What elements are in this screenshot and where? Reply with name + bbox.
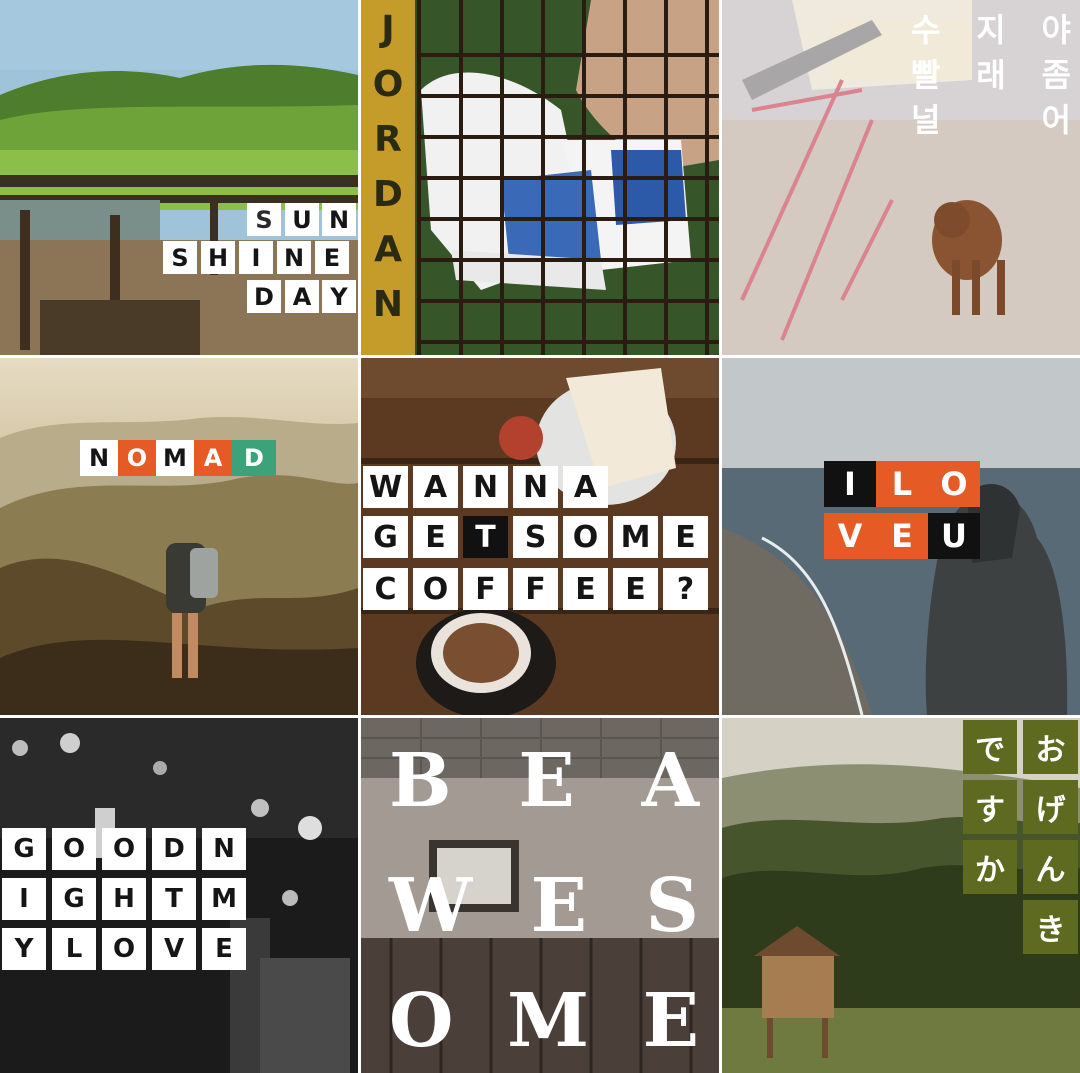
letter-tile: き [1023, 900, 1078, 954]
letter-tile: D [152, 828, 196, 870]
photo-hiker-mountains [0, 358, 358, 715]
letter-tile: ん [1023, 840, 1078, 894]
letter-tile: G [52, 878, 96, 920]
letter-tile: E [202, 928, 246, 970]
tile-japanese[interactable]: で お す げ か ん き [722, 718, 1080, 1073]
awesome-row-3: OME [389, 978, 699, 1064]
letter-tile: E [613, 568, 658, 610]
vertical-title: JORDAN [372, 9, 404, 325]
letter-tile: M [613, 516, 658, 558]
letter-tile: I [2, 878, 46, 920]
korean-line-1: 수지야 [911, 11, 1071, 49]
letter-tile: O [102, 928, 146, 970]
letter-tile: U [285, 203, 319, 236]
letter-tile: D [247, 280, 281, 313]
awesome-row-2: WES [389, 863, 699, 949]
letter-tile: V [152, 928, 196, 970]
letter-tile: E [663, 516, 708, 558]
letter-tile: O [563, 516, 608, 558]
letter-tile: N [202, 828, 246, 870]
letter-tile: O [413, 568, 458, 610]
letter-tile: H [201, 241, 235, 274]
letter-tile: げ [1023, 780, 1078, 834]
letter-tile: か [963, 840, 1017, 894]
letter-tile: Y [322, 280, 356, 313]
letter-tile: E [563, 568, 608, 610]
korean-line-2: 빨래좀 [911, 56, 1071, 94]
awesome-row-1: BEA [389, 738, 699, 824]
letter-tile: で [963, 720, 1017, 774]
letter-tile: N [277, 241, 311, 274]
letter-tile: A [194, 440, 232, 476]
letter-tile: W [363, 466, 408, 508]
letter-tile: L [52, 928, 96, 970]
letter-tile: U [928, 513, 980, 559]
tile-coffee[interactable]: W A N N A G E T S O M E C O F F E E ? [361, 358, 719, 715]
letter-tile: N [322, 203, 356, 236]
letter-tile: S [513, 516, 558, 558]
letter-tile: N [463, 466, 508, 508]
letter-tile: F [513, 568, 558, 610]
letter-tile: F [463, 568, 508, 610]
letter-tile: O [52, 828, 96, 870]
tile-good-night[interactable]: G O O D N I G H T M Y L O V E [0, 718, 358, 1073]
letter-tile: H [102, 878, 146, 920]
letter-tile: ? [663, 568, 708, 610]
letter-tile: S [247, 203, 281, 236]
letter-tile: D [232, 440, 276, 476]
letter-tile: O [928, 461, 980, 507]
letter-tile: す [963, 780, 1017, 834]
letter-tile: Y [2, 928, 46, 970]
letter-tile: お [1023, 720, 1078, 774]
korean-line-3: 널래어 [911, 101, 1071, 139]
tile-korean-laundry[interactable]: 수지야 빨래좀 널래어 [722, 0, 1080, 355]
letter-tile: A [413, 466, 458, 508]
letter-tile: V [824, 513, 876, 559]
letter-tile: E [413, 516, 458, 558]
tile-i-love-you[interactable]: I L O V E U [722, 358, 1080, 715]
letter-tile: M [202, 878, 246, 920]
letter-tile: G [363, 516, 408, 558]
letter-tile: O [118, 440, 156, 476]
letter-tile: N [513, 466, 558, 508]
tile-nomad[interactable]: N O M A D [0, 358, 358, 715]
letter-tile: N [80, 440, 118, 476]
letter-tile: L [876, 461, 928, 507]
letter-tile: G [2, 828, 46, 870]
tile-sunshine-day[interactable]: S U N S H I N E D A Y [0, 0, 358, 355]
letter-tile: I [824, 461, 876, 507]
letter-tile: O [102, 828, 146, 870]
korean-text: 수지야 빨래좀 널래어 [911, 8, 1071, 143]
letter-tile: T [152, 878, 196, 920]
tile-be-awesome[interactable]: BEA WES OME [361, 718, 719, 1073]
letter-tile: C [363, 568, 408, 610]
tile-jordan[interactable]: JORDAN [361, 0, 719, 355]
letter-tile: I [239, 241, 273, 274]
letter-tile: T [463, 516, 508, 558]
letter-tile: A [285, 280, 319, 313]
letter-tile: E [315, 241, 349, 274]
letter-tile: E [876, 513, 928, 559]
letter-tile: M [156, 440, 194, 476]
letter-tile: S [163, 241, 197, 274]
letter-tile: A [563, 466, 608, 508]
